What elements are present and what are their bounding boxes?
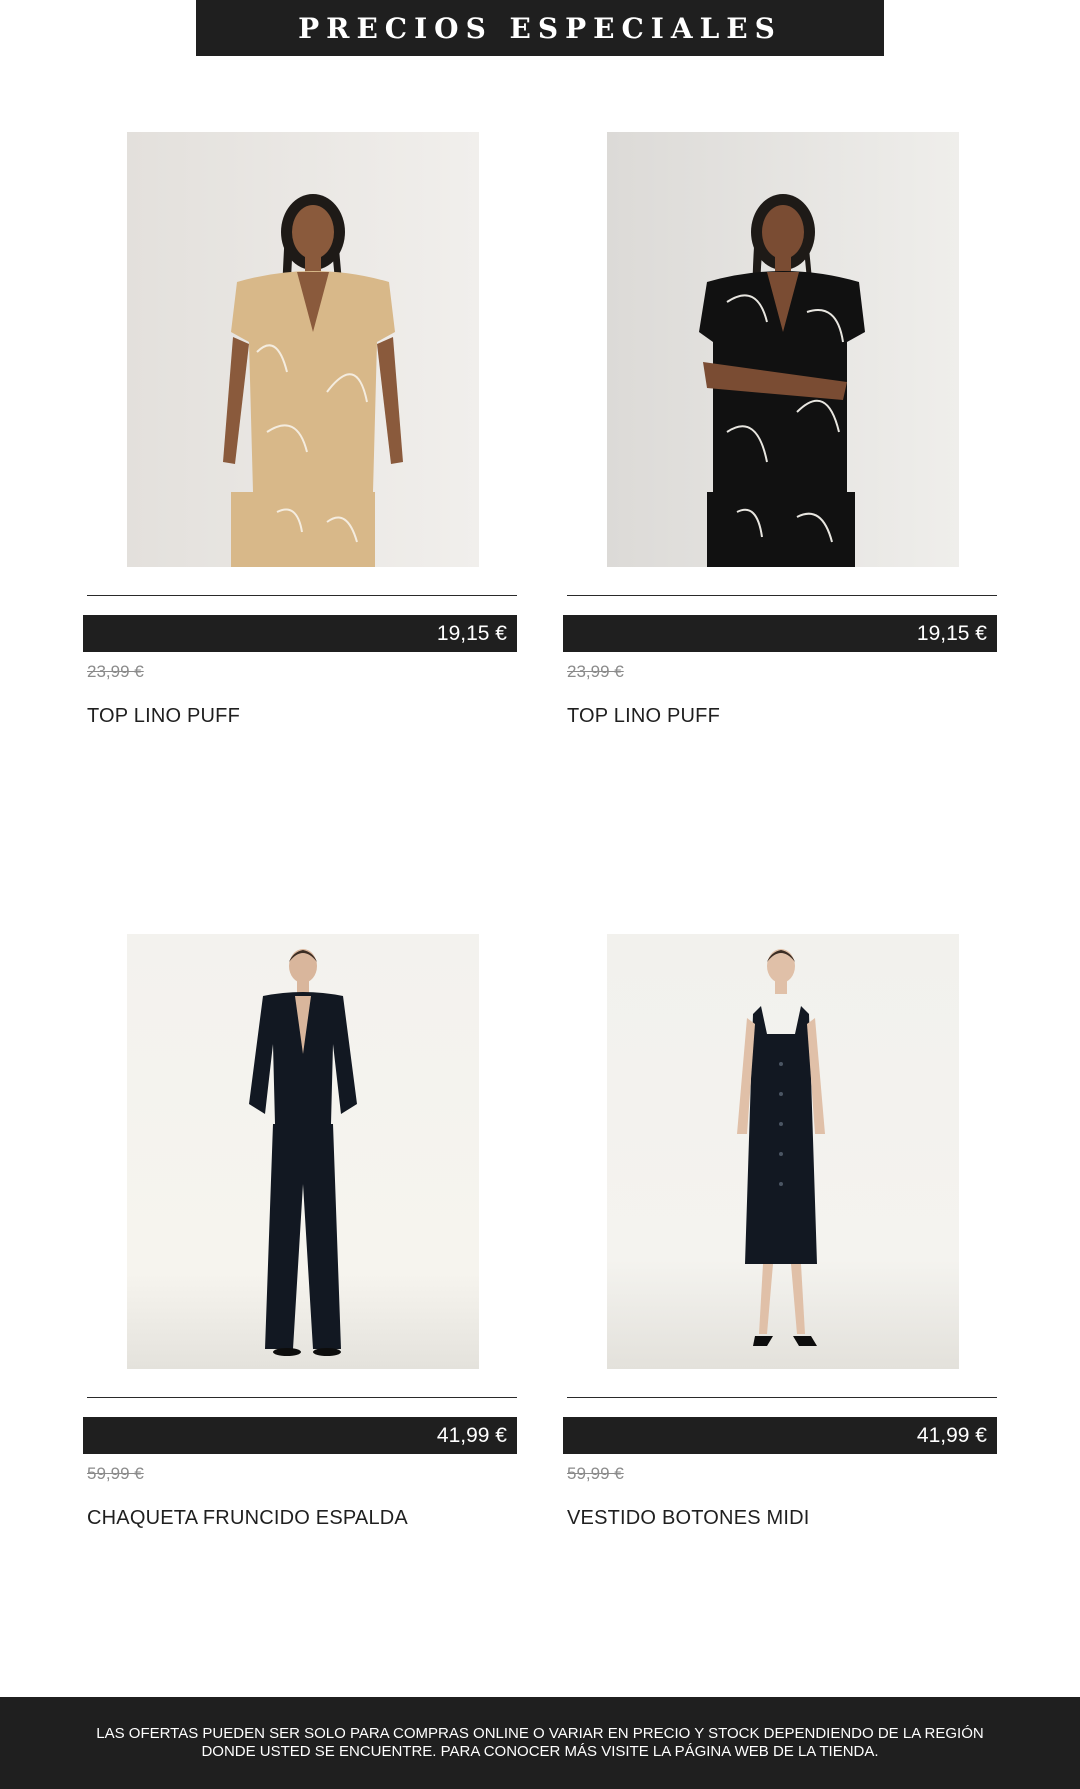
product-name[interactable]: VESTIDO BOTONES MIDI	[567, 1507, 810, 1530]
sale-price: 19,15 €	[916, 621, 987, 645]
price-bar: 19,15 €	[563, 615, 997, 652]
divider	[87, 595, 517, 596]
original-price: 23,99 €	[87, 662, 144, 681]
original-price: 59,99 €	[567, 1464, 624, 1483]
product-name[interactable]: TOP LINO PUFF	[87, 705, 240, 728]
divider	[87, 1397, 517, 1398]
divider	[567, 1397, 997, 1398]
product-image[interactable]	[607, 934, 959, 1369]
page-title: PRECIOS ESPECIALES	[298, 11, 782, 45]
product-name[interactable]: CHAQUETA FRUNCIDO ESPALDA	[87, 1507, 408, 1530]
original-price: 59,99 €	[87, 1464, 144, 1483]
divider	[567, 595, 997, 596]
price-bar: 41,99 €	[563, 1417, 997, 1454]
product-name[interactable]: TOP LINO PUFF	[567, 705, 720, 728]
sale-price: 41,99 €	[436, 1423, 507, 1447]
footer-disclaimer: LAS OFERTAS PUEDEN SER SOLO PARA COMPRAS…	[0, 1697, 1080, 1789]
disclaimer-line: LAS OFERTAS PUEDEN SER SOLO PARA COMPRAS…	[96, 1725, 984, 1742]
product-image[interactable]	[607, 132, 959, 567]
sale-price: 41,99 €	[916, 1423, 987, 1447]
original-price: 23,99 €	[567, 662, 624, 681]
price-bar: 41,99 €	[83, 1417, 517, 1454]
product-image[interactable]	[127, 132, 479, 567]
product-image[interactable]	[127, 934, 479, 1369]
price-bar: 19,15 €	[83, 615, 517, 652]
sale-price: 19,15 €	[436, 621, 507, 645]
header-banner: PRECIOS ESPECIALES	[196, 0, 884, 56]
disclaimer-line: DONDE USTED SE ENCUENTRE. PARA CONOCER M…	[201, 1743, 879, 1760]
